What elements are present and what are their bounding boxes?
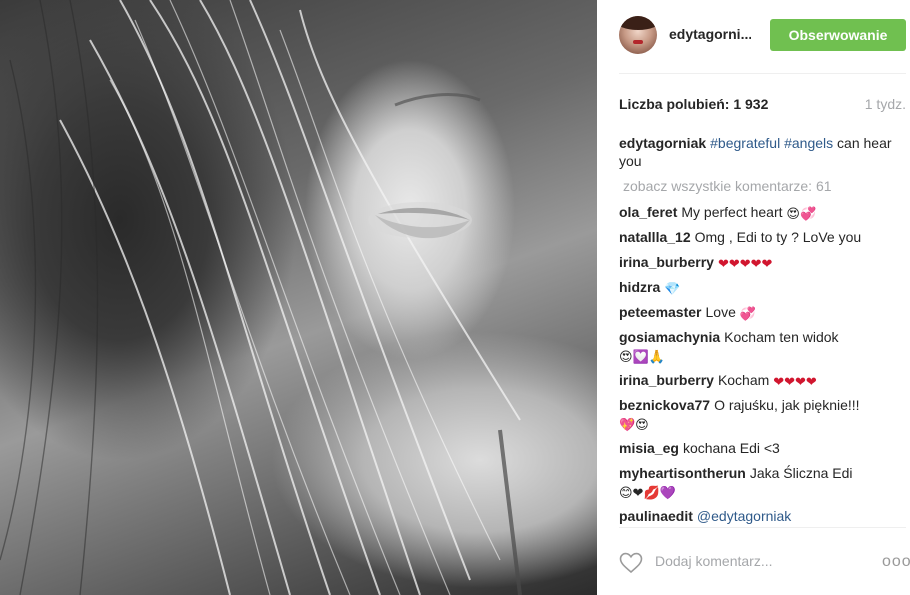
list-item: natallla_12 Omg , Edi to ty ? LoVe you (619, 228, 906, 246)
list-item: irina_burberry Kocham ❤❤❤❤ (619, 371, 906, 389)
list-item: misia_eg kochana Edi <3 (619, 439, 906, 457)
list-item: ola_feret My perfect heart 😍💞 (619, 203, 906, 221)
divider (619, 73, 906, 74)
comment-emoji: 😍💟🙏 (619, 349, 665, 364)
caption-username[interactable]: edytagorniak (619, 135, 706, 151)
post-header: edytagorni... Obserwowanie (597, 0, 910, 72)
list-item: gosiamachynia Kocham ten widok 😍💟🙏 (619, 328, 906, 364)
likes-row: Liczba polubień: 1 932 1 tydz. (619, 96, 906, 112)
hashtag-angels[interactable]: #angels (784, 135, 833, 151)
comment-text: Kocham (717, 372, 770, 388)
author-username[interactable]: edytagorni... (669, 26, 751, 42)
post-photo[interactable] (0, 0, 597, 595)
post-time[interactable]: 1 tydz. (865, 96, 906, 112)
comment-username[interactable]: myheartisontherun (619, 465, 746, 481)
comment-username[interactable]: gosiamachynia (619, 329, 720, 345)
hair-strands-art (0, 0, 522, 595)
list-item: irina_burberry ❤❤❤❤❤ (619, 253, 906, 271)
comment-emoji: 💞 (739, 306, 756, 321)
comment-text: Love (705, 304, 736, 320)
comment-username[interactable]: irina_burberry (619, 254, 714, 270)
comment-emoji: ❤❤❤❤ (773, 374, 817, 389)
list-item: hidzra 💎 (619, 278, 906, 296)
likes-count[interactable]: Liczba polubień: 1 932 (619, 96, 768, 112)
more-options-icon[interactable]: ooo (882, 553, 910, 571)
comment-text: kochana Edi <3 (682, 440, 780, 456)
comment-mention[interactable]: @edytagorniak (697, 508, 791, 524)
comment-text: Kocham ten widok (724, 329, 839, 345)
list-item: beznickova77 O rajuśku, jak pięknie!!! 💖😍 (619, 396, 906, 432)
comment-bar: ooo (597, 540, 910, 595)
comment-username[interactable]: ola_feret (619, 204, 677, 220)
hashtag-begrateful[interactable]: #begrateful (710, 135, 780, 151)
list-item: peteemaster Love 💞 (619, 303, 906, 321)
comment-username[interactable]: hidzra (619, 279, 660, 295)
comment-username[interactable]: misia_eg (619, 440, 679, 456)
comment-emoji: 💖😍 (619, 417, 649, 432)
comment-emoji: 💎 (664, 281, 681, 296)
comment-emoji: ❤❤❤❤❤ (717, 256, 773, 271)
divider (619, 527, 906, 528)
add-comment-input[interactable] (655, 553, 855, 569)
comment-username[interactable]: peteemaster (619, 304, 702, 320)
comment-emoji: 😍💞 (786, 206, 817, 221)
comment-username[interactable]: irina_burberry (619, 372, 714, 388)
view-all-comments-link[interactable]: zobacz wszystkie komentarze: 61 (623, 177, 906, 195)
comment-username[interactable]: natallla_12 (619, 229, 691, 245)
comments-list: edytagorniak #begrateful #angels can hear… (619, 134, 906, 532)
heart-outline-icon[interactable] (619, 552, 643, 574)
caption: edytagorniak #begrateful #angels can hear… (619, 134, 906, 170)
comment-text: Jaka Śliczna Edi (749, 465, 853, 481)
comment-text: O rajuśku, jak pięknie!!! (714, 397, 860, 413)
list-item: myheartisontherun Jaka Śliczna Edi 😊❤💋💜 (619, 464, 906, 500)
comment-emoji: 😊❤💋💜 (619, 485, 676, 500)
comment-username[interactable]: paulinaedit (619, 508, 693, 524)
comment-text: Omg , Edi to ty ? LoVe you (694, 229, 862, 245)
avatar[interactable] (619, 16, 657, 54)
list-item: paulinaedit @edytagorniak (619, 507, 906, 525)
comment-text: My perfect heart (681, 204, 783, 220)
follow-button[interactable]: Obserwowanie (770, 19, 906, 51)
comment-username[interactable]: beznickova77 (619, 397, 710, 413)
post-sidebar: edytagorni... Obserwowanie Liczba polubi… (597, 0, 910, 595)
